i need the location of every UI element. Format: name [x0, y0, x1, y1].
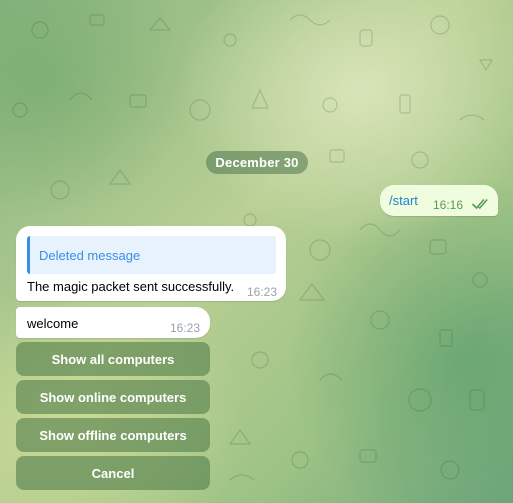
show-all-computers-button[interactable]: Show all computers — [16, 342, 210, 376]
outgoing-message-time: 16:16 — [433, 198, 464, 212]
incoming-message-time: 16:23 — [170, 321, 201, 335]
chat-background: December 30 /start 16:16 Deleted message… — [0, 0, 513, 503]
reply-quote[interactable]: Deleted message — [27, 236, 276, 274]
show-offline-computers-button[interactable]: Show offline computers — [16, 418, 210, 452]
double-check-icon — [472, 199, 488, 209]
date-separator-label: December 30 — [215, 155, 299, 170]
incoming-message-text: The magic packet sent successfully. — [27, 279, 235, 294]
cancel-button[interactable]: Cancel — [16, 456, 210, 490]
incoming-message-time: 16:23 — [247, 285, 278, 299]
reply-quote-text: Deleted message — [39, 248, 141, 263]
outgoing-message-text[interactable]: /start — [389, 193, 418, 208]
outgoing-message-bubble[interactable]: /start 16:16 — [380, 185, 498, 216]
show-online-computers-button[interactable]: Show online computers — [16, 380, 210, 414]
incoming-message-bubble[interactable]: welcome 16:23 — [16, 307, 210, 338]
incoming-message-bubble[interactable]: Deleted message The magic packet sent su… — [16, 226, 286, 301]
incoming-message-text: welcome — [27, 316, 79, 331]
date-separator: December 30 — [206, 151, 308, 174]
